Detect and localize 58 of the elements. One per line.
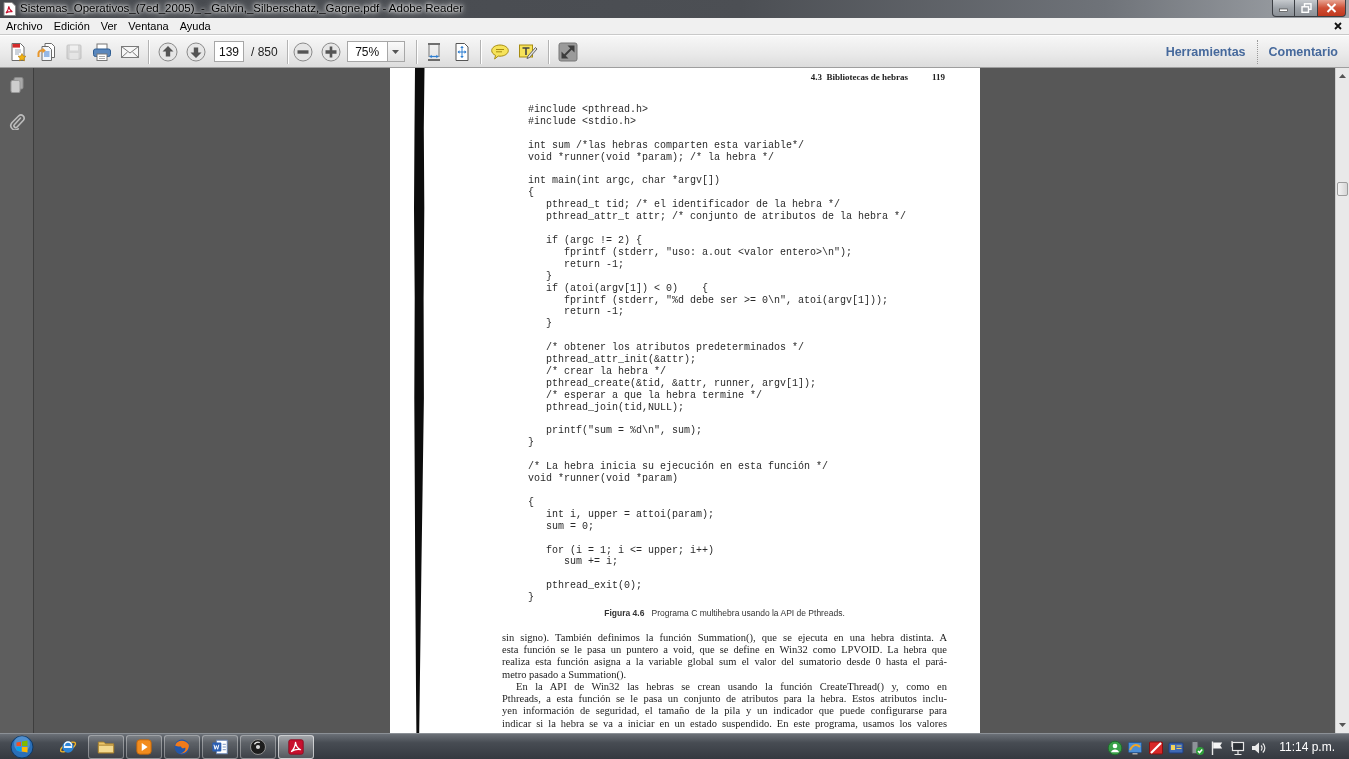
save-icon [64,41,84,62]
figure-caption: Figura 4.6 Programa C multihebra usando la API de Pthreads. [603,607,846,620]
documents-arrow-icon [36,41,56,62]
running-head: 4.3 Bibliotecas de hebras [810,72,908,82]
print-icon [92,41,112,62]
restore-icon [1300,3,1312,13]
speech-bubble-icon [489,41,510,62]
body-paragraph: En la API de Win32 las hebras se crean usando la función CreateThread() y, como en Pthreads, a esta función se le pasa un conjunto de atributos para la hebra. Estos atributos inclu- yen información de seguridad, el tamaño de la pila y un indicador que puede configurarse para indicar si la hebra se va a iniciar en un estado suspendido. En este programa, usamos los valores [502,680,947,730]
plus-icon [320,41,341,62]
zoom-field[interactable]: 75% [346,41,387,63]
page-number: 119 [932,72,945,82]
page-count: / 850 [251,44,278,59]
pdf-file-icon [3,2,16,16]
id-card-icon[interactable] [1168,739,1185,756]
window-arc-icon[interactable] [1127,739,1144,756]
window-title: Sistemas_Operativos_(7ed_2005)_-_Galvin,_Silberschatz,_Gagne.pdf - Adobe Reader [20,1,463,16]
close-icon[interactable] [1334,22,1342,31]
scrollbar-thumb[interactable] [1337,182,1348,196]
taskbar-button[interactable] [126,734,162,759]
close-button[interactable] [1318,0,1346,17]
restore-button[interactable] [1295,0,1318,17]
document-w-icon [211,737,229,756]
globe-swirl-icon [173,737,191,756]
caret-icon [392,49,400,54]
taskbar-button[interactable] [278,734,314,759]
play-icon [135,737,153,756]
panel-tab[interactable]: Herramientas [1165,44,1246,59]
taskbar-clock[interactable]: 11:14 p.m. [1279,739,1335,754]
disc-icon [249,737,267,756]
body-paragraph: sin signo). También definimos la función Summation(), que se ejecuta en una hebra distinta. A esta función se le pasa un puntero a void, que se define en Win32 como LPVOID. La hebra que realiza esta función asigna a la variable global sum el valor del sumatorio desde 0 hasta el pará- metro pasado a Summation(). [502,632,947,681]
pages-icon [7,76,26,94]
minus-icon [292,41,313,62]
up-triangle-icon [1339,74,1346,78]
card-slash-icon[interactable] [1147,739,1164,756]
menu-item[interactable]: Ayuda [175,18,215,34]
down-triangle-icon [1339,723,1346,727]
menu-item[interactable]: Ventana [124,18,173,34]
code-listing: #include <pthread.h> #include <stdio.h> int sum /*las hebras comparten esta variable*/ void *runner(void *param); /* la hebra */ int main(int argc, char *argv[]) { pthread_t tid; /* el identificador de la hebra */ pthread_attr_t attr; /* conjunto de atributos de la hebra */ if (argc != 2) { fprintf (stderr, "uso: a.out <valor entero>\n"); return -1; } if (atoi(argv[1]) < 0) { fprintf (stderr, "%d debe ser >= 0\n", atoi(argv[1])); return -1; } /* obtener los atributos predeterminados */ pthread_attr_init(&attr); /* crear la hebra */ pthread_create(&tid, &attr, runner, argv[1]); /* esperar a que la hebra termine */ pthread_join(tid,NULL); printf("sum = %d\n", sum); } /* La hebra inicia su ejecución en esta función */ void *runner(void *param) { int i, upper = attoi(param); sum = 0; for (i = 1; i <= upper; i++) sum += i; pthread_exit(0); } [528,104,908,605]
taskbar-button[interactable] [240,734,276,759]
minimize-button[interactable] [1272,0,1295,17]
panel-tab[interactable]: Comentario [1268,44,1338,59]
menu-item[interactable]: Ver [96,18,122,34]
note-pencil-icon [517,41,538,62]
paperclip-icon [7,112,26,130]
taskbar-button[interactable] [202,734,238,759]
menu-item[interactable]: Edición [49,18,94,34]
document-star-icon [8,41,28,62]
person-circle-icon[interactable] [1106,739,1123,756]
taskbar-button[interactable] [88,734,124,759]
device-check-icon[interactable] [1188,739,1205,756]
vertical-scrollbar[interactable] [1335,68,1349,733]
menu-item[interactable]: Archivo [2,18,47,34]
expand-arrows-icon [557,41,578,62]
start-orb-icon [10,734,34,759]
monitor-icon[interactable] [1229,739,1246,756]
page-number-field[interactable]: 139 [214,41,244,63]
pdf-icon [287,737,305,756]
close-icon [1326,3,1337,13]
